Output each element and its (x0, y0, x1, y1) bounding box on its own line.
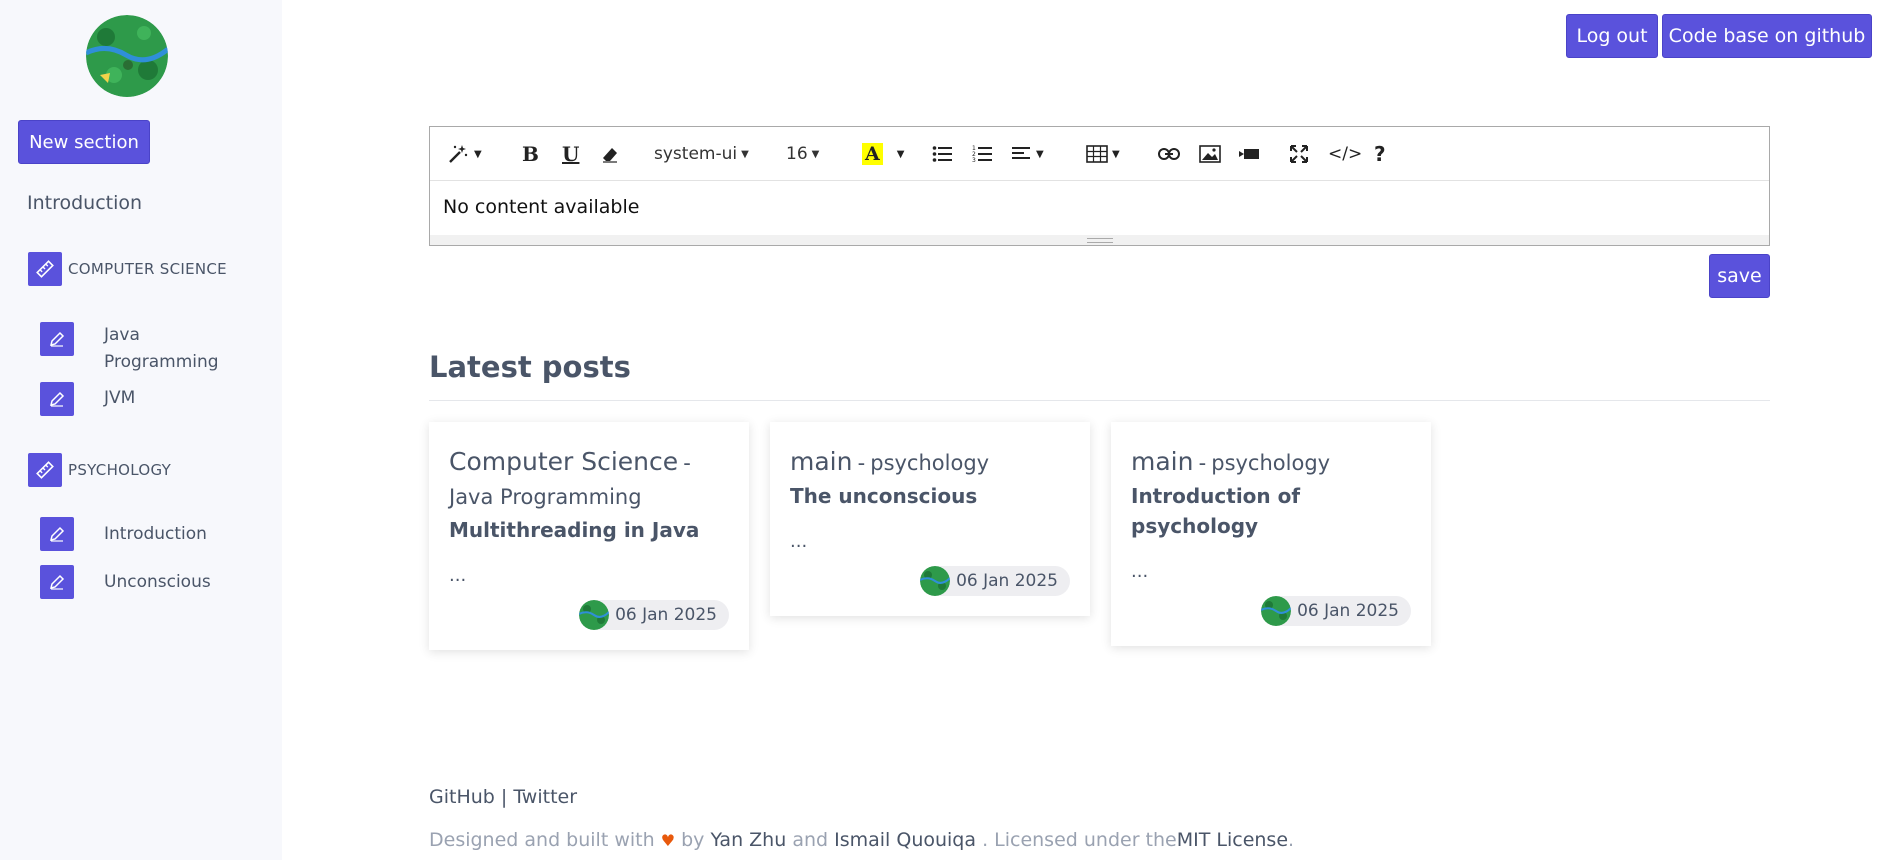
help-icon[interactable]: ? (1374, 139, 1386, 169)
sidebar-item-label[interactable]: Unconscious (104, 565, 224, 596)
fullscreen-icon[interactable] (1290, 139, 1308, 169)
author-link-yan-zhu[interactable]: Yan Zhu (710, 829, 786, 851)
sidebar-section-psychology[interactable]: PSYCHOLOGY (28, 453, 171, 487)
ordered-list-icon[interactable]: 123 (972, 139, 992, 169)
sidebar-item-label[interactable]: Java Programming (104, 322, 224, 376)
underline-icon[interactable]: U (562, 139, 579, 169)
latest-posts-title: Latest posts (429, 350, 631, 384)
post-title[interactable]: The unconscious (790, 481, 1070, 511)
credits-licensed: . Licensed under the (982, 829, 1177, 851)
post-subsection[interactable]: psychology (870, 451, 989, 475)
footer-twitter-link[interactable]: Twitter (513, 786, 577, 808)
post-meta: 06 Jan 2025 (449, 600, 729, 630)
new-section-button[interactable]: New section (18, 120, 150, 164)
divider (429, 400, 1770, 401)
site-logo[interactable] (86, 15, 168, 97)
post-title[interactable]: Multithreading in Java (449, 515, 729, 545)
post-excerpt: ... (449, 565, 467, 586)
unordered-list-icon[interactable] (932, 139, 952, 169)
sidebar-item-label[interactable]: JVM (104, 382, 224, 412)
editor-toolbar: ▼ B U system-ui ▼ 16 ▼ A ▼ 123 ▼ ▼ </> ? (430, 127, 1769, 181)
link-icon[interactable] (1158, 139, 1180, 169)
code-view-icon[interactable]: </> (1328, 139, 1362, 169)
sidebar-item-unconscious[interactable]: Unconscious (40, 565, 224, 599)
pencil-icon[interactable] (40, 382, 74, 416)
post-date: 06 Jan 2025 (615, 605, 717, 625)
footer-separator: | (500, 786, 508, 808)
footer-github-link[interactable]: GitHub (429, 786, 495, 808)
rich-text-editor: ▼ B U system-ui ▼ 16 ▼ A ▼ 123 ▼ ▼ </> ?… (429, 126, 1770, 246)
post-section[interactable]: main (1131, 447, 1193, 476)
post-date-badge: 06 Jan 2025 (1261, 596, 1411, 626)
ruler-icon[interactable] (28, 252, 62, 286)
magic-icon[interactable]: ▼ (446, 139, 482, 169)
post-card[interactable]: main - psychology Introduction of psycho… (1111, 422, 1431, 646)
post-separator: - (857, 451, 866, 475)
post-date-badge: 06 Jan 2025 (579, 600, 729, 630)
author-avatar (1261, 596, 1292, 626)
credits-and: and (792, 829, 829, 851)
github-button[interactable]: Code base on github (1662, 14, 1872, 58)
post-excerpt: ... (1131, 561, 1149, 582)
post-card-header: Computer Science - Java Programming (449, 446, 729, 515)
post-date: 06 Jan 2025 (1297, 601, 1399, 621)
post-date-badge: 06 Jan 2025 (920, 566, 1070, 596)
post-section[interactable]: Computer Science (449, 447, 678, 476)
license-link[interactable]: MIT License (1177, 829, 1288, 851)
post-excerpt: ... (790, 531, 808, 552)
table-icon[interactable]: ▼ (1086, 139, 1120, 169)
post-card-header: main - psychology (1131, 446, 1411, 481)
picture-icon[interactable] (1199, 139, 1221, 169)
credits-by: by (681, 829, 705, 851)
font-size-select[interactable]: 16 ▼ (786, 139, 819, 169)
eraser-icon[interactable] (600, 139, 620, 169)
post-meta: 06 Jan 2025 (790, 566, 1070, 596)
post-meta: 06 Jan 2025 (1131, 596, 1411, 626)
editor-content[interactable]: No content available (430, 181, 1769, 235)
sidebar-item-java-programming[interactable]: Java Programming (40, 322, 224, 376)
post-date: 06 Jan 2025 (956, 571, 1058, 591)
post-subsection[interactable]: psychology (1211, 451, 1330, 475)
font-family-select[interactable]: system-ui ▼ (654, 139, 749, 169)
editor-resize-bar[interactable] (430, 235, 1769, 245)
logout-button[interactable]: Log out (1566, 14, 1658, 58)
save-button[interactable]: save (1709, 254, 1770, 298)
footer-links: GitHub | Twitter (429, 786, 577, 808)
font-size-value: 16 (786, 144, 808, 164)
pencil-icon[interactable] (40, 565, 74, 599)
credits-designed: Designed and built with (429, 829, 655, 851)
resize-handle[interactable] (1086, 237, 1113, 243)
ruler-icon[interactable] (28, 453, 62, 487)
post-title[interactable]: Introduction of psychology (1131, 481, 1411, 541)
svg-text:3: 3 (972, 157, 976, 163)
author-avatar (579, 600, 610, 630)
post-card[interactable]: main - psychology The unconscious ... 06… (770, 422, 1090, 616)
pencil-icon[interactable] (40, 322, 74, 356)
sidebar: New section Introduction COMPUTER SCIENC… (0, 0, 282, 860)
sidebar-item-introduction[interactable]: Introduction (27, 192, 142, 214)
sidebar-item-label[interactable]: Introduction (104, 517, 224, 548)
author-link-ismail[interactable]: Ismail Quouiqa (834, 829, 976, 851)
pencil-icon[interactable] (40, 517, 74, 551)
post-subsection[interactable]: Java Programming (449, 485, 642, 509)
font-color-icon[interactable]: A ▼ (862, 139, 904, 169)
post-section[interactable]: main (790, 447, 852, 476)
bold-icon[interactable]: B (522, 139, 539, 169)
post-separator: - (683, 451, 691, 475)
author-avatar (920, 566, 951, 596)
video-icon[interactable] (1238, 139, 1260, 169)
post-card-header: main - psychology (790, 446, 1070, 481)
credits-period: . (1288, 829, 1295, 851)
post-separator: - (1198, 451, 1207, 475)
post-card[interactable]: Computer Science - Java Programming Mult… (429, 422, 749, 650)
sidebar-section-computer-science[interactable]: COMPUTER SCIENCE (28, 252, 227, 286)
font-family-value: system-ui (654, 144, 738, 164)
sidebar-item-jvm[interactable]: JVM (40, 382, 224, 416)
sidebar-item-introduction-psychology[interactable]: Introduction (40, 517, 224, 551)
sidebar-section-label: COMPUTER SCIENCE (68, 260, 227, 278)
align-icon[interactable]: ▼ (1012, 139, 1044, 169)
heart-icon: ♥ (660, 831, 676, 850)
footer-credits: Designed and built with ♥ by Yan Zhu and… (429, 829, 1294, 851)
sidebar-section-label: PSYCHOLOGY (68, 461, 172, 479)
